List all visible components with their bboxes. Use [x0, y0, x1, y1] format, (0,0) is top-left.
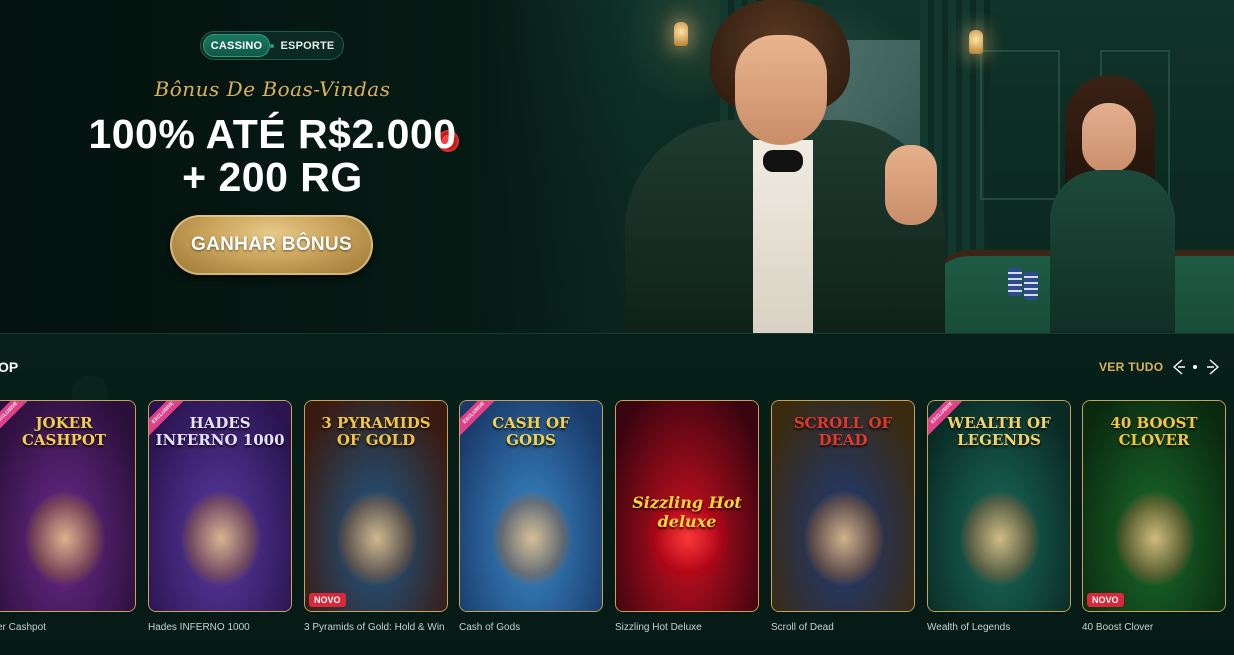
game-card[interactable]: CASH OF GODS EXCLUSIVE: [459, 400, 603, 612]
game-name-label[interactable]: Cash of Gods: [459, 622, 520, 633]
game-logo-text: Sizzling Hot deluxe: [632, 493, 742, 531]
wall-lamp: [969, 30, 983, 54]
game-name-label[interactable]: Scroll of Dead: [771, 622, 834, 633]
game-card[interactable]: 3 PYRAMIDS OF GOLD NOVO: [304, 400, 448, 612]
game-card[interactable]: HADES INFERNO 1000 EXCLUSIVE: [148, 400, 292, 612]
woman-figure: [1040, 75, 1190, 333]
hero-illustration: [480, 0, 1234, 333]
game-logo-text: 40 BOOST CLOVER: [1110, 414, 1198, 449]
chip-stack: [1024, 272, 1038, 300]
game-logo-text: WEALTH OF LEGENDS: [947, 414, 1051, 449]
game-name-label[interactable]: 3 Pyramids of Gold: Hold & Win: [304, 622, 445, 633]
tab-casino[interactable]: CASSINO: [203, 34, 271, 57]
new-badge: NOVO: [1087, 593, 1124, 607]
chip-stack: [1008, 268, 1022, 296]
game-card[interactable]: Sizzling Hot deluxe: [615, 400, 759, 612]
bonus-headline-line2: + 200 RG: [182, 154, 363, 200]
game-name-label[interactable]: Hades INFERNO 1000: [148, 622, 250, 633]
game-name-label[interactable]: 40 Boost Clover: [1082, 622, 1153, 633]
tab-sports[interactable]: ESPORTE: [274, 34, 341, 57]
bonus-headline-line1: 100% ATÉ R$2.000: [88, 111, 457, 157]
game-character: [1115, 491, 1195, 586]
game-carousel: JOKER CASHPOTEXCLUSIVE ker Cashpot HADES I…: [0, 400, 1234, 640]
game-card[interactable]: JOKER CASHPOT EXCLUSIVE: [0, 400, 136, 612]
new-badge: NOVO: [309, 593, 346, 607]
chevron-right-icon[interactable]: [1204, 358, 1222, 376]
top-games-section: OP VER TUDO JOKER CASHPOTEXCLUSIVE ker Ca…: [0, 334, 1234, 655]
game-logo-text: SCROLL OF DEAD: [793, 414, 893, 449]
hero-banner[interactable]: CASSINO ESPORTE Bônus De Boas-Vindas 100…: [0, 0, 1234, 333]
see-all-link[interactable]: VER TUDO: [1099, 360, 1163, 374]
section-title: OP: [0, 359, 19, 375]
game-character: [25, 491, 105, 586]
game-logo-text: CASH OF GODS: [492, 414, 570, 449]
man-figure: [605, 0, 945, 333]
game-character: [492, 491, 572, 586]
game-character: [960, 491, 1040, 586]
hero-content: CASSINO ESPORTE Bônus De Boas-Vindas 100…: [0, 0, 545, 333]
game-name-label[interactable]: Wealth of Legends: [927, 622, 1010, 633]
game-logo-text: JOKER CASHPOT: [21, 414, 107, 449]
game-character: [181, 491, 261, 586]
game-name-label[interactable]: Sizzling Hot Deluxe: [615, 622, 702, 633]
game-card[interactable]: 40 BOOST CLOVER NOVO: [1082, 400, 1226, 612]
pager-dot: [1193, 365, 1197, 369]
game-character: [337, 491, 417, 586]
chevron-left-icon[interactable]: [1170, 358, 1188, 376]
game-logo-text: 3 PYRAMIDS OF GOLD: [321, 414, 431, 449]
product-toggle: CASSINO ESPORTE: [200, 31, 344, 60]
game-character: [804, 491, 884, 586]
bonus-subtitle: Bônus De Boas-Vindas: [154, 77, 391, 101]
game-name-label[interactable]: ker Cashpot: [0, 622, 46, 633]
claim-bonus-button[interactable]: GANHAR BÔNUS: [170, 215, 373, 275]
game-logo-text: HADES INFERNO 1000: [155, 414, 285, 449]
game-card[interactable]: WEALTH OF LEGENDS EXCLUSIVE: [927, 400, 1071, 612]
game-card[interactable]: SCROLL OF DEAD: [771, 400, 915, 612]
